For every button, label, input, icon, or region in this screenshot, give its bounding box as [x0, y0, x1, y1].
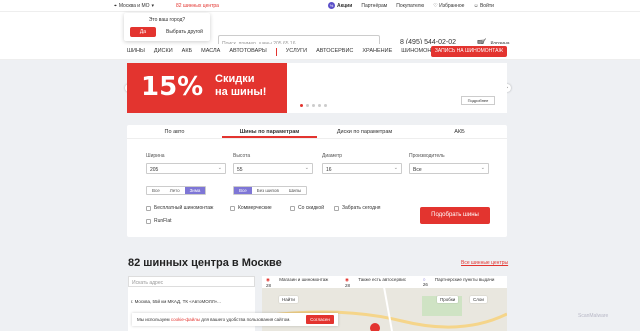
nav-car-service[interactable]: АВТОСЕРВИС	[316, 48, 353, 56]
partners-menu[interactable]: Партнёрам	[361, 3, 387, 9]
checkbox-box	[146, 218, 151, 224]
nav-wheels[interactable]: ДИСКИ	[154, 48, 173, 56]
runflat-checkbox[interactable]: RunFlat	[146, 218, 172, 224]
banner-pagination	[300, 104, 327, 107]
tire-search-panel: По авто Шины по параметрам Диски по пара…	[127, 125, 507, 237]
favorites-link[interactable]: ♡ Избранное	[433, 3, 464, 9]
banner-line2: на шины!	[215, 86, 267, 98]
address-search-input[interactable]: Искать адрес	[128, 276, 255, 287]
address-list-item[interactable]: г. Москва, 55й км МКАД, ТК «АвтоМОЛЛ»...	[128, 296, 255, 306]
confirm-city-button[interactable]: Да	[130, 27, 156, 37]
banner-dot[interactable]	[318, 104, 321, 107]
all-centers-link[interactable]: Все шинные центры	[461, 260, 508, 266]
watermark: ScanMalware	[578, 313, 609, 319]
free-fitting-checkbox[interactable]: Бесплатный шиномонтаж	[146, 205, 213, 211]
main-nav: ШИНЫ ДИСКИ АКБ МАСЛА АВТОТОВАРЫ УСЛУГИ А…	[0, 44, 640, 60]
checkbox-box	[146, 205, 151, 211]
check-icon: ◉	[266, 276, 270, 282]
cookie-text: Мы используем cookie-файлы для вашего уд…	[137, 317, 291, 322]
season-all[interactable]: Все	[147, 187, 165, 194]
maker-label: Производитель	[409, 153, 445, 159]
login-link[interactable]: ☺ Войти	[473, 3, 494, 9]
commercial-checkbox[interactable]: Коммерческие	[230, 205, 272, 211]
banner-dot[interactable]	[312, 104, 315, 107]
season-toggle: Все Лето Зима	[146, 186, 207, 195]
map-legend: ◉ Магазин и шиномонтаж 28 ◉ Также есть а…	[262, 276, 507, 288]
city-selector[interactable]: ⌖ Москва и МО ▾	[114, 3, 154, 9]
promo-link[interactable]: % Акции	[328, 2, 352, 9]
check-icon: ◉	[344, 276, 349, 282]
height-label: Высота	[233, 153, 251, 159]
nav-divider	[275, 48, 277, 56]
spikes-toggle: Все Без шипов Шипы	[233, 186, 308, 195]
tab-tires-by-params[interactable]: Шины по параметрам	[222, 125, 317, 138]
banner-dot[interactable]	[324, 104, 327, 107]
checkbox-box	[334, 205, 339, 211]
tab-batteries[interactable]: АКБ	[412, 125, 507, 138]
banner-dot[interactable]	[300, 104, 303, 107]
legend-shops[interactable]: ◉ Магазин и шиномонтаж 28	[266, 277, 334, 288]
pick-tires-button[interactable]: Подобрать шины	[420, 207, 490, 224]
user-icon: ☺	[473, 2, 479, 9]
heart-icon: ♡	[433, 2, 438, 9]
banner-line1: Скидки	[215, 73, 255, 85]
map-find-button[interactable]: Найти	[279, 296, 298, 303]
banner-dot[interactable]	[306, 104, 309, 107]
nav-tires[interactable]: ШИНЫ	[127, 48, 145, 56]
header: Поиск, пример, шины 205 65 16 8 (495) 54…	[0, 12, 640, 52]
cookie-banner: Мы используем cookie-файлы для вашего уд…	[132, 313, 338, 326]
tab-wheels-by-params[interactable]: Диски по параметрам	[317, 125, 412, 138]
legend-partners[interactable]: ○ Партнерские пункты выдачи 26	[423, 277, 499, 287]
banner-more-button[interactable]: Подробнее	[461, 96, 495, 105]
map-traffic-button[interactable]: Пробки	[437, 296, 459, 303]
nav-oils[interactable]: МАСЛА	[201, 48, 220, 56]
width-label: Ширина	[146, 153, 165, 159]
nav-storage[interactable]: ХРАНЕНИЕ	[362, 48, 392, 56]
book-tire-fitting-button[interactable]: ЗАПИСЬ НА ШИНОМОНТАЖ	[431, 46, 507, 57]
discount-checkbox[interactable]: Со скидкой	[290, 205, 324, 211]
percent-icon: %	[328, 2, 335, 9]
season-summer[interactable]: Лето	[165, 187, 185, 194]
nav-batteries[interactable]: АКБ	[182, 48, 192, 56]
nav-auto-goods[interactable]: АВТОТОВАРЫ	[229, 48, 266, 56]
checkbox-box	[290, 205, 295, 211]
diameter-label: Диаметр	[322, 153, 343, 159]
popup-question: Это ваш город?	[148, 17, 186, 23]
maker-select[interactable]: Все	[409, 163, 489, 174]
tab-by-car[interactable]: По авто	[127, 125, 222, 138]
legend-service[interactable]: ◉ Также есть автосервис 28	[345, 277, 412, 288]
cookie-accept-button[interactable]: Согласен	[306, 315, 334, 324]
season-winter[interactable]: Зима	[184, 187, 206, 194]
choose-other-city-link[interactable]: Выбрать другой	[166, 29, 203, 35]
centers-link[interactable]: 82 шинных центра	[176, 3, 219, 9]
cookie-link[interactable]: cookie-файлы	[171, 317, 200, 322]
checkbox-box	[230, 205, 235, 211]
width-select[interactable]: 205	[146, 163, 226, 174]
buyers-menu[interactable]: Покупателю	[396, 3, 424, 9]
pickup-today-checkbox[interactable]: Забрать сегодня	[334, 205, 380, 211]
location-icon: ⌖	[114, 3, 117, 9]
spikes-yes[interactable]: Шипы	[284, 187, 306, 194]
chevron-down-icon: ▾	[151, 3, 155, 9]
banner-percent: 15%	[141, 72, 204, 102]
spikes-all[interactable]: Все	[234, 187, 252, 194]
centers-title: 82 шинных центра в Москве	[128, 257, 282, 269]
top-bar: ⌖ Москва и МО ▾ 82 шинных центра % Акции Па…	[0, 0, 640, 12]
city-confirm-popup: Это ваш город? Да Выбрать другой	[124, 13, 210, 41]
spikes-none[interactable]: Без шипов	[252, 187, 284, 194]
height-select[interactable]: 55	[233, 163, 313, 174]
map-layers-button[interactable]: Слои	[470, 296, 487, 303]
diameter-select[interactable]: 16	[322, 163, 402, 174]
nav-services[interactable]: УСЛУГИ	[286, 48, 307, 56]
